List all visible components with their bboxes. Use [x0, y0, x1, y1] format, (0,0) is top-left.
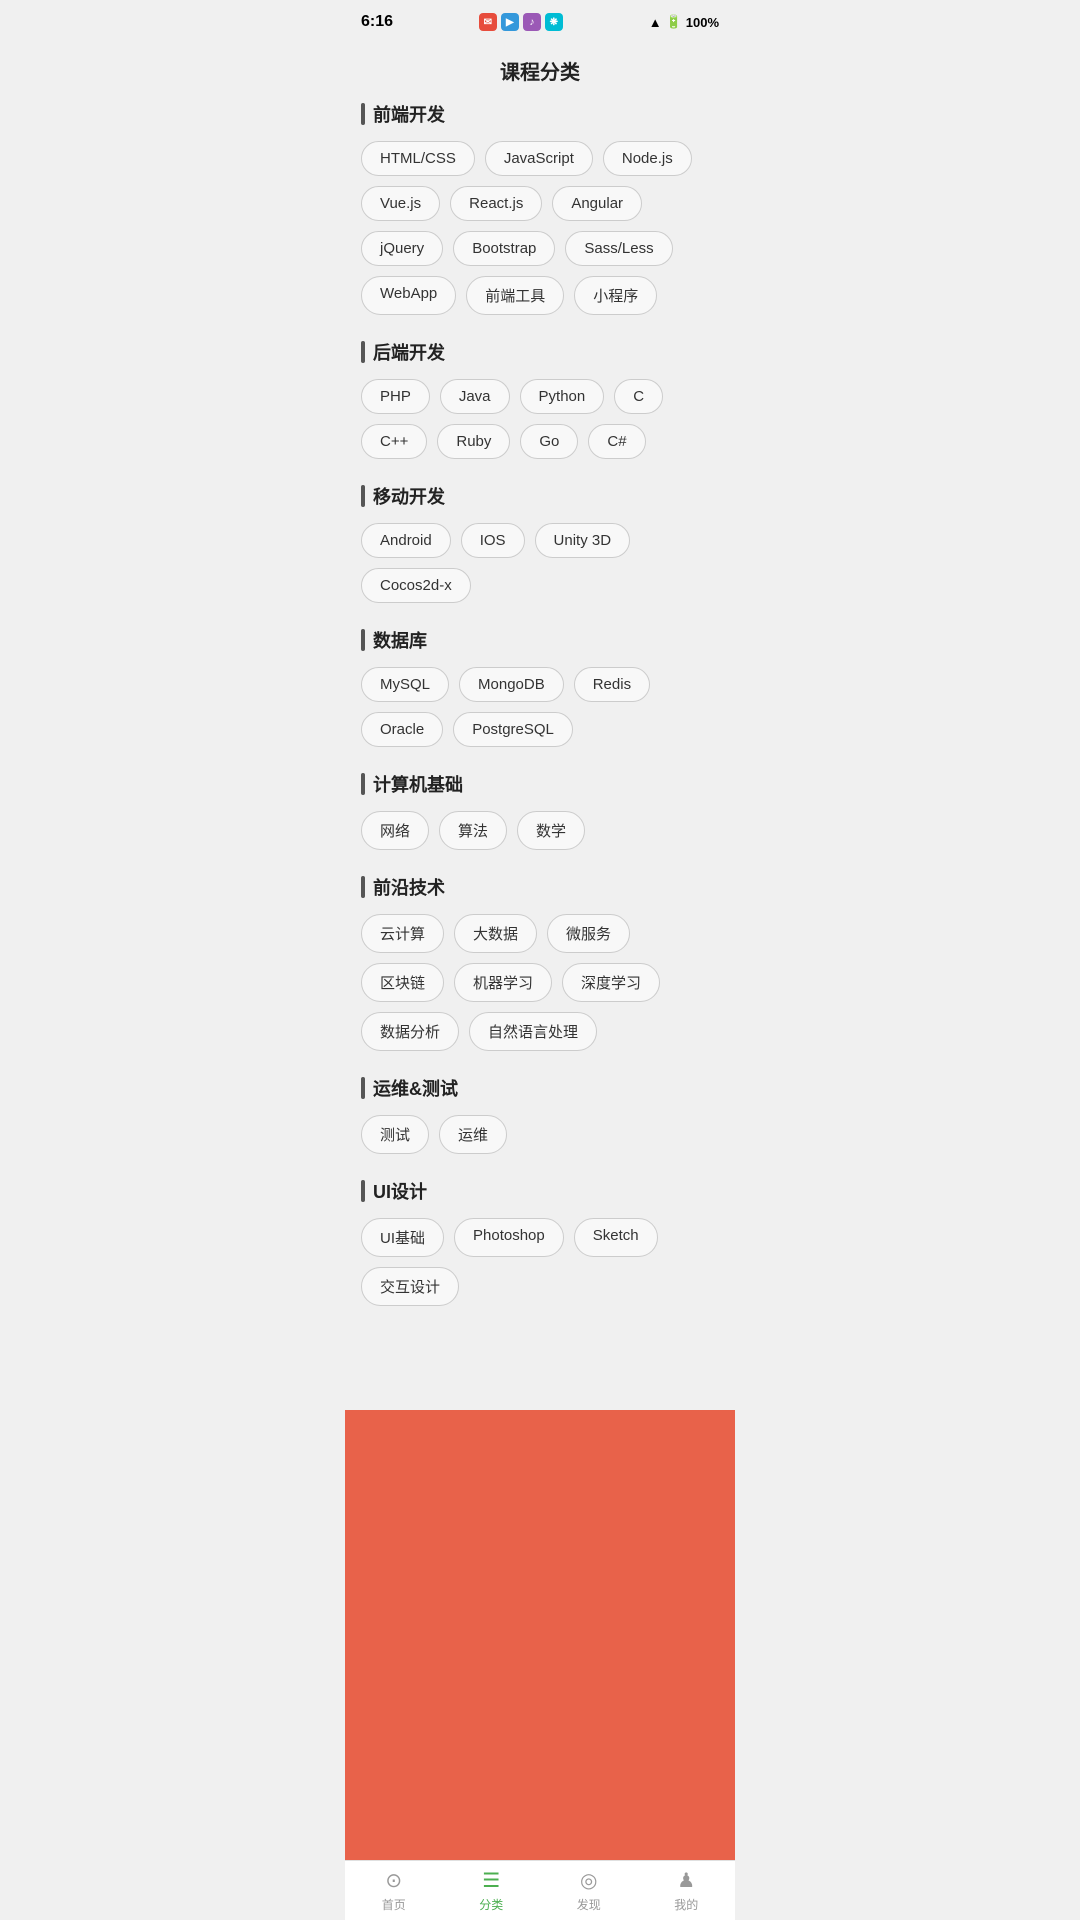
tag-frontier-3[interactable]: 区块链 — [361, 963, 444, 1002]
tag-ui-3[interactable]: 交互设计 — [361, 1267, 459, 1306]
section-bar-ui — [361, 1180, 365, 1202]
section-database: 数据库 MySQL MongoDB Redis Oracle PostgreSQL — [361, 627, 719, 747]
tag-devops-1[interactable]: 运维 — [439, 1115, 507, 1154]
section-frontend: 前端开发 HTML/CSS JavaScript Node.js Vue.js React… — [361, 101, 719, 315]
section-bar-frontier — [361, 876, 365, 898]
tag-mobile-0[interactable]: Android — [361, 523, 451, 558]
section-title-ui: UI设计 — [373, 1178, 427, 1204]
tag-database-2[interactable]: Redis — [574, 667, 650, 702]
section-devops: 运维&测试测试运维 — [361, 1075, 719, 1154]
tags-wrap-mobile: Android IOS Unity 3D Cocos2d-x — [361, 523, 719, 603]
tags-wrap-devops: 测试运维 — [361, 1115, 719, 1154]
tag-frontend-10[interactable]: 前端工具 — [466, 276, 564, 315]
tag-frontier-4[interactable]: 机器学习 — [454, 963, 552, 1002]
tag-frontend-7[interactable]: Bootstrap — [453, 231, 555, 266]
section-header-ui: UI设计 — [361, 1178, 719, 1204]
section-header-cs-basics: 计算机基础 — [361, 771, 719, 797]
tag-mobile-3[interactable]: Cocos2d-x — [361, 568, 471, 603]
tag-database-0[interactable]: MySQL — [361, 667, 449, 702]
tag-frontend-0[interactable]: HTML/CSS — [361, 141, 475, 176]
tags-wrap-backend: PHP Java Python C C++ Ruby Go C# — [361, 379, 719, 459]
tags-wrap-frontend: HTML/CSS JavaScript Node.js Vue.js React.js A… — [361, 141, 719, 315]
tag-devops-0[interactable]: 测试 — [361, 1115, 429, 1154]
section-bar-frontend — [361, 103, 365, 125]
tag-mobile-2[interactable]: Unity 3D — [535, 523, 631, 558]
tag-frontend-4[interactable]: React.js — [450, 186, 542, 221]
section-title-mobile: 移动开发 — [373, 483, 445, 509]
notif-icon-1: ✉ — [479, 13, 497, 31]
tag-frontier-2[interactable]: 微服务 — [547, 914, 630, 953]
section-bar-devops — [361, 1077, 365, 1099]
tag-backend-1[interactable]: Java — [440, 379, 510, 414]
battery-percent: 100% — [686, 15, 719, 30]
section-header-mobile: 移动开发 — [361, 483, 719, 509]
section-ui: UI设计 UI基础 Photoshop Sketch 交互设计 — [361, 1178, 719, 1306]
tag-frontend-9[interactable]: WebApp — [361, 276, 456, 315]
tag-frontend-3[interactable]: Vue.js — [361, 186, 440, 221]
section-bar-backend — [361, 341, 365, 363]
tag-cs-basics-2[interactable]: 数学 — [517, 811, 585, 850]
section-header-devops: 运维&测试 — [361, 1075, 719, 1101]
wifi-icon: ▲ — [649, 15, 662, 30]
tags-wrap-cs-basics: 网络算法数学 — [361, 811, 719, 850]
tags-wrap-ui: UI基础 Photoshop Sketch 交互设计 — [361, 1218, 719, 1306]
section-bar-database — [361, 629, 365, 651]
section-bar-cs-basics — [361, 773, 365, 795]
tag-database-3[interactable]: Oracle — [361, 712, 443, 747]
tag-backend-0[interactable]: PHP — [361, 379, 430, 414]
notif-icon-2: ▶ — [501, 13, 519, 31]
content-area: 前端开发 HTML/CSS JavaScript Node.js Vue.js React… — [345, 101, 735, 1410]
notification-icons: ✉ ▶ ♪ ❋ — [479, 13, 563, 31]
section-title-frontend: 前端开发 — [373, 101, 445, 127]
status-bar: 6:16 ✉ ▶ ♪ ❋ ▲ 🔋 100% — [345, 0, 735, 44]
tag-frontend-1[interactable]: JavaScript — [485, 141, 593, 176]
tags-wrap-database: MySQL MongoDB Redis Oracle PostgreSQL — [361, 667, 719, 747]
notif-icon-4: ❋ — [545, 13, 563, 31]
tag-frontier-5[interactable]: 深度学习 — [562, 963, 660, 1002]
tag-frontend-5[interactable]: Angular — [552, 186, 642, 221]
section-bar-mobile — [361, 485, 365, 507]
tag-database-1[interactable]: MongoDB — [459, 667, 564, 702]
section-title-database: 数据库 — [373, 627, 427, 653]
status-icons: ▲ 🔋 100% — [649, 14, 719, 30]
tag-backend-4[interactable]: C++ — [361, 424, 427, 459]
tag-cs-basics-1[interactable]: 算法 — [439, 811, 507, 850]
section-header-backend: 后端开发 — [361, 339, 719, 365]
section-header-frontier: 前沿技术 — [361, 874, 719, 900]
section-title-devops: 运维&测试 — [373, 1075, 458, 1101]
section-frontier: 前沿技术云计算大数据微服务区块链机器学习深度学习数据分析自然语言处理 — [361, 874, 719, 1051]
tag-backend-6[interactable]: Go — [520, 424, 578, 459]
tag-backend-7[interactable]: C# — [588, 424, 645, 459]
tag-mobile-1[interactable]: IOS — [461, 523, 525, 558]
tag-ui-1[interactable]: Photoshop — [454, 1218, 564, 1257]
tag-frontier-7[interactable]: 自然语言处理 — [469, 1012, 597, 1051]
section-title-backend: 后端开发 — [373, 339, 445, 365]
tag-frontend-6[interactable]: jQuery — [361, 231, 443, 266]
section-mobile: 移动开发 Android IOS Unity 3D Cocos2d-x — [361, 483, 719, 603]
tag-frontier-1[interactable]: 大数据 — [454, 914, 537, 953]
tags-wrap-frontier: 云计算大数据微服务区块链机器学习深度学习数据分析自然语言处理 — [361, 914, 719, 1051]
page-title: 课程分类 — [345, 44, 735, 101]
tag-backend-2[interactable]: Python — [520, 379, 605, 414]
tag-backend-3[interactable]: C — [614, 379, 663, 414]
tag-ui-2[interactable]: Sketch — [574, 1218, 658, 1257]
notif-icon-3: ♪ — [523, 13, 541, 31]
section-title-frontier: 前沿技术 — [373, 874, 445, 900]
tag-cs-basics-0[interactable]: 网络 — [361, 811, 429, 850]
tag-frontier-0[interactable]: 云计算 — [361, 914, 444, 953]
section-cs-basics: 计算机基础网络算法数学 — [361, 771, 719, 850]
section-title-cs-basics: 计算机基础 — [373, 771, 463, 797]
battery-icon: 🔋 — [666, 14, 682, 30]
section-backend: 后端开发 PHP Java Python C C++ Ruby Go C# — [361, 339, 719, 459]
tag-frontier-6[interactable]: 数据分析 — [361, 1012, 459, 1051]
tag-frontend-2[interactable]: Node.js — [603, 141, 692, 176]
tag-frontend-8[interactable]: Sass/Less — [565, 231, 672, 266]
section-header-database: 数据库 — [361, 627, 719, 653]
tag-ui-0[interactable]: UI基础 — [361, 1218, 444, 1257]
tag-frontend-11[interactable]: 小程序 — [574, 276, 657, 315]
status-time: 6:16 — [361, 13, 393, 31]
tag-database-4[interactable]: PostgreSQL — [453, 712, 573, 747]
tag-backend-5[interactable]: Ruby — [437, 424, 510, 459]
section-header-frontend: 前端开发 — [361, 101, 719, 127]
